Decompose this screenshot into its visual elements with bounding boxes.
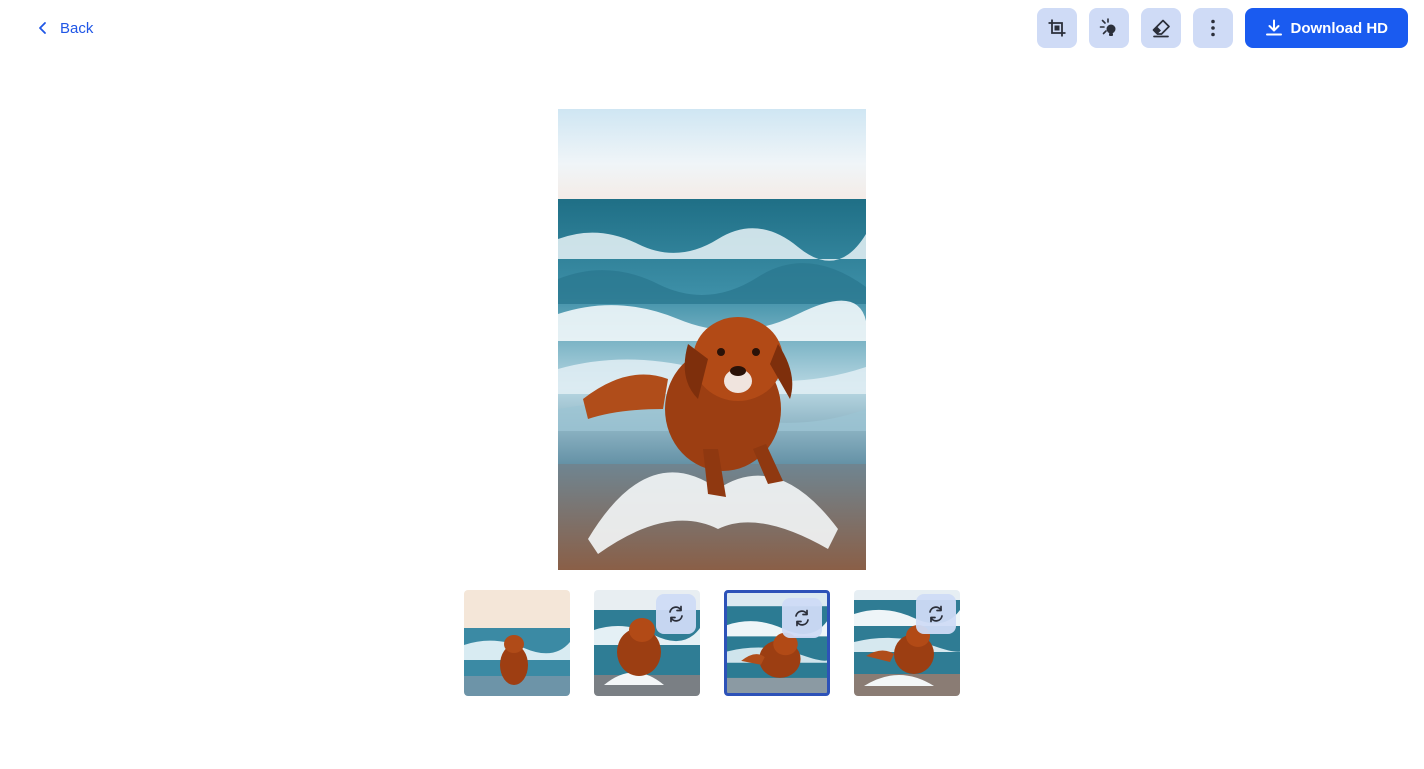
regenerate-button[interactable]: [656, 594, 696, 634]
thumbnail-1[interactable]: [464, 590, 570, 696]
crop-button[interactable]: [1036, 8, 1077, 48]
thumbnail-4[interactable]: [854, 590, 960, 696]
regenerate-button[interactable]: [782, 598, 822, 638]
regenerate-button[interactable]: [916, 594, 956, 634]
more-options-button[interactable]: [1192, 8, 1233, 48]
more-vertical-icon: [1210, 19, 1215, 37]
refresh-icon: [795, 609, 809, 627]
download-hd-button[interactable]: Download HD: [1244, 8, 1408, 48]
toolbar: Download HD: [1036, 8, 1408, 48]
eraser-button[interactable]: [1140, 8, 1181, 48]
dog-beach-photo: [558, 109, 866, 570]
thumbnail-1-image: [464, 590, 570, 696]
magic-light-icon: [1099, 18, 1115, 36]
download-label: Download HD: [1290, 19, 1389, 37]
back-button[interactable]: Back: [36, 16, 93, 40]
magic-light-button[interactable]: [1088, 8, 1129, 48]
refresh-icon: [669, 605, 683, 623]
back-label: Back: [60, 19, 94, 37]
main-image: [558, 109, 866, 570]
crop-icon: [1048, 19, 1065, 37]
thumbnail-3[interactable]: [724, 590, 830, 696]
image-viewer-page: Back Download HD: [0, 0, 1424, 769]
refresh-icon: [929, 605, 943, 623]
eraser-icon: [1152, 19, 1170, 38]
thumbnail-2[interactable]: [594, 590, 700, 696]
chevron-left-icon: [39, 22, 46, 34]
download-icon: [1265, 19, 1282, 36]
